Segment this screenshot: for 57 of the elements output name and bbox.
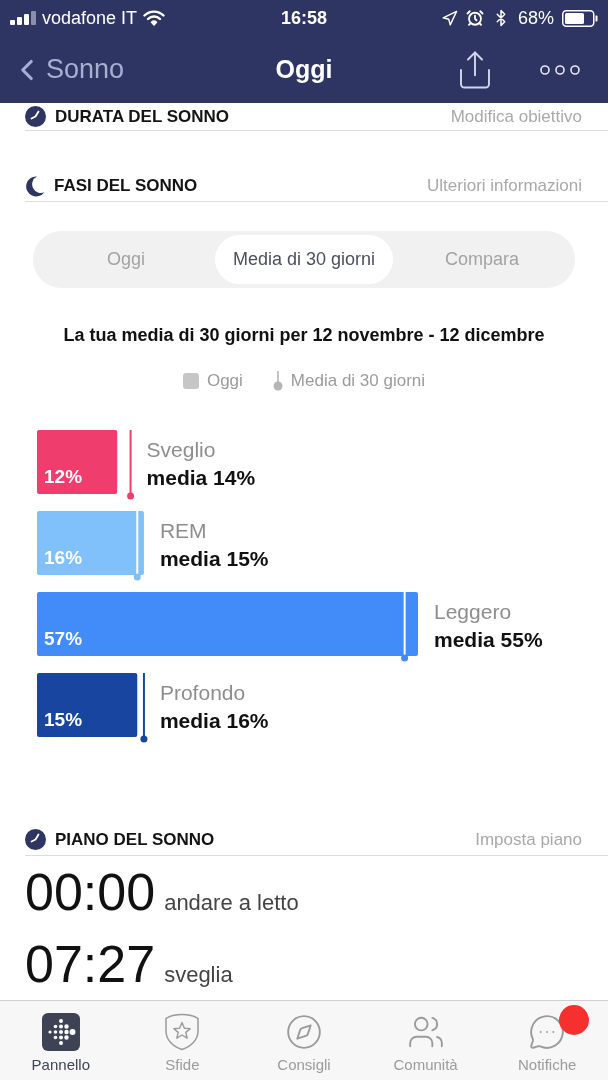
- stage-label: Leggero: [434, 600, 512, 623]
- stage-label: REM: [159, 519, 207, 542]
- stage-label: Profondo: [159, 681, 246, 704]
- section-link[interactable]: Ulteriori informazioni: [427, 173, 582, 199]
- average-marker: [140, 672, 148, 743]
- clock-time: 16:58: [280, 6, 327, 30]
- carrier-name: vodafone IT: [42, 6, 138, 30]
- section-link[interactable]: Modifica obiettivo: [450, 104, 582, 130]
- chart-heading: La tua media di 30 giorni per 12 novembre - 12 dicembre: [62, 324, 546, 347]
- bar-value: 16%: [44, 547, 83, 568]
- back-button[interactable]: Sonno: [10, 49, 125, 90]
- time-label: sveglia: [164, 961, 233, 989]
- location-arrow-icon: [440, 9, 458, 27]
- segment-tab[interactable]: Media di 30 giorni: [215, 235, 393, 284]
- wifi-icon: [143, 10, 166, 26]
- average-value: media 55%: [434, 628, 543, 651]
- section-link[interactable]: Imposta piano: [475, 826, 582, 853]
- section-title: FASI DEL SONNO: [54, 175, 198, 198]
- legend-square-icon: [182, 373, 199, 389]
- tab-bar-item[interactable]: Comunità: [364, 1001, 487, 1080]
- bar-value: 57%: [44, 628, 83, 649]
- section-title: DURATA DEL SONNO: [55, 106, 230, 128]
- average-marker: [401, 591, 409, 662]
- legend-label: Media di 30 giorni: [290, 370, 426, 392]
- moon-icon: [25, 175, 45, 197]
- bar-value: 15%: [44, 709, 83, 730]
- section-title: PIANO DEL SONNO: [55, 828, 215, 851]
- compass-icon: [285, 1013, 323, 1051]
- average-value: media 14%: [146, 466, 256, 489]
- segment-tab[interactable]: Compara: [393, 235, 571, 284]
- screen-title: Oggi: [275, 53, 333, 85]
- battery-percent: 68%: [517, 6, 554, 30]
- more-icon[interactable]: [540, 64, 580, 75]
- tab-bar-item[interactable]: Pannello: [0, 1001, 122, 1080]
- bar-value: 12%: [44, 466, 83, 487]
- alarm-clock-icon: [465, 9, 484, 27]
- clock-icon: [25, 829, 46, 850]
- tab-bar-item[interactable]: Notifiche: [486, 1001, 608, 1080]
- tab-bar-item[interactable]: Consigli: [243, 1001, 365, 1080]
- average-marker: [133, 510, 141, 581]
- chat-bubble-icon: [528, 1013, 567, 1051]
- signal-icon: [10, 11, 36, 25]
- clock-icon: [25, 106, 46, 128]
- average-value: media 16%: [159, 709, 269, 732]
- tab-bar-item[interactable]: Sfide: [121, 1001, 244, 1080]
- segment-tab[interactable]: Oggi: [37, 235, 215, 284]
- stage-label: Sveglio: [146, 438, 216, 461]
- time-value: 07:27: [25, 936, 156, 992]
- time-value: 00:00: [25, 864, 156, 920]
- battery-icon: [562, 9, 598, 27]
- average-marker: [127, 429, 135, 500]
- average-value: media 15%: [159, 547, 269, 570]
- shield-star-icon: [163, 1013, 202, 1051]
- legend-pin-icon: [272, 371, 283, 391]
- dot-grid-tile-icon: [41, 1013, 80, 1051]
- time-label: andare a letto: [164, 889, 299, 917]
- legend-label: Oggi: [206, 370, 243, 392]
